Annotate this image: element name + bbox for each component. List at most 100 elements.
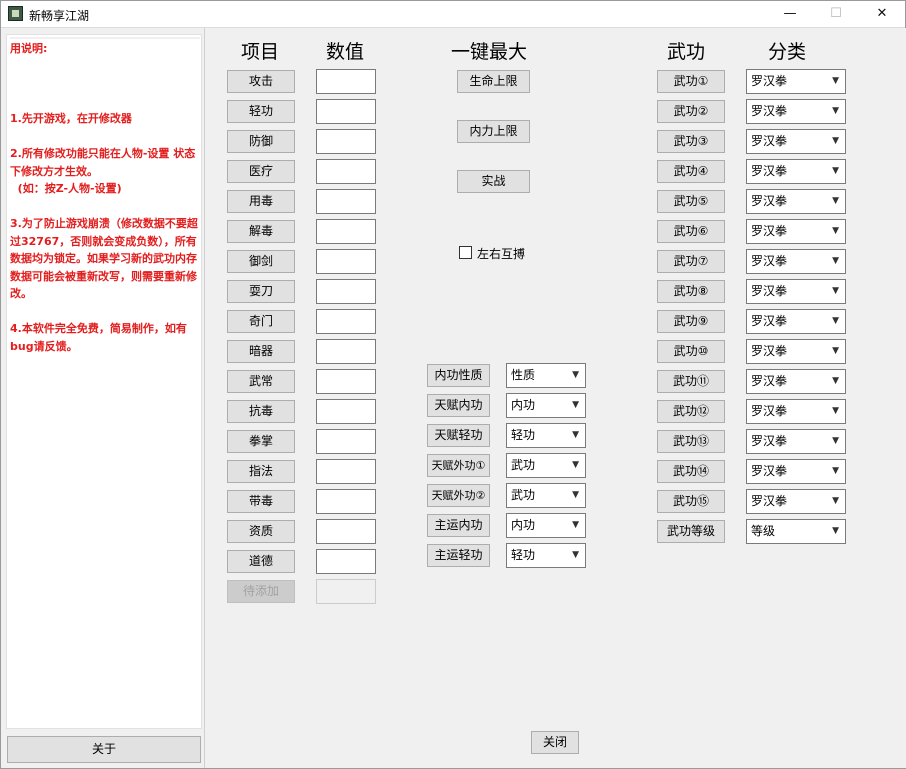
attr-value-field[interactable] [316, 129, 376, 154]
select-value: 罗汉拳 [751, 464, 788, 478]
martial-button[interactable]: 武功④ [657, 160, 725, 183]
martial-category-select[interactable]: 罗汉拳 ▼ [746, 309, 846, 334]
attr-button[interactable]: 用毒 [227, 190, 295, 213]
attr-button[interactable]: 抗毒 [227, 400, 295, 423]
instructions-panel[interactable]: 用说明: 1.先开游戏，在开修改器 2.所有修改功能只能在人物-设置 状态下修改… [6, 34, 202, 729]
martial-category-select[interactable]: 罗汉拳 ▼ [746, 159, 846, 184]
martial-button[interactable]: 武功⑧ [657, 280, 725, 303]
attr-value-field[interactable] [316, 69, 376, 94]
martial-category-select[interactable]: 罗汉拳 ▼ [746, 399, 846, 424]
minimize-button[interactable]: — [767, 1, 813, 28]
hp-limit-button[interactable]: 生命上限 [457, 70, 530, 93]
attr-value-field[interactable] [316, 429, 376, 454]
title-bar[interactable]: 新畅享江湖 — ☐ ✕ [1, 1, 905, 28]
attr-button[interactable]: 医疗 [227, 160, 295, 183]
attr-value-field[interactable] [316, 159, 376, 184]
martial-button[interactable]: 武功⑪ [657, 370, 725, 393]
attr-button[interactable]: 带毒 [227, 490, 295, 513]
attr-button[interactable]: 御剑 [227, 250, 295, 273]
instructions-divider [10, 37, 200, 39]
attr-value-field[interactable] [316, 339, 376, 364]
attr-value-field[interactable] [316, 489, 376, 514]
select-value: 罗汉拳 [751, 134, 788, 148]
attr-button[interactable]: 轻功 [227, 100, 295, 123]
martial-button[interactable]: 武功⑮ [657, 490, 725, 513]
martial-category-select[interactable]: 罗汉拳 ▼ [746, 489, 846, 514]
martial-button[interactable]: 武功⑭ [657, 460, 725, 483]
select-value: 罗汉拳 [751, 254, 788, 268]
attr-button[interactable]: 暗器 [227, 340, 295, 363]
martial-category-select[interactable]: 罗汉拳 ▼ [746, 129, 846, 154]
mid-setting-select[interactable]: 性质 ▼ [506, 363, 586, 388]
mid-setting-button[interactable]: 天赋外功② [427, 484, 490, 507]
header-martial: 武功 [667, 41, 706, 63]
attr-value-field[interactable] [316, 549, 376, 574]
attr-button[interactable]: 指法 [227, 460, 295, 483]
attr-value-field[interactable] [316, 399, 376, 424]
mid-setting-button[interactable]: 天赋外功① [427, 454, 490, 477]
attr-button[interactable]: 奇门 [227, 310, 295, 333]
mid-setting-button[interactable]: 天赋轻功 [427, 424, 490, 447]
mid-setting-select[interactable]: 内功 ▼ [506, 393, 586, 418]
combat-button[interactable]: 实战 [457, 170, 530, 193]
mid-setting-select[interactable]: 轻功 ▼ [506, 543, 586, 568]
mp-limit-button[interactable]: 内力上限 [457, 120, 530, 143]
mid-setting-select[interactable]: 武功 ▼ [506, 483, 586, 508]
select-value: 罗汉拳 [751, 374, 788, 388]
martial-category-select[interactable]: 等级 ▼ [746, 519, 846, 544]
select-value: 等级 [751, 524, 776, 538]
martial-button[interactable]: 武功⑤ [657, 190, 725, 213]
attr-value-field[interactable] [316, 219, 376, 244]
martial-button[interactable]: 武功⑨ [657, 310, 725, 333]
martial-button[interactable]: 武功⑩ [657, 340, 725, 363]
attr-value-field[interactable] [316, 369, 376, 394]
attr-button[interactable]: 攻击 [227, 70, 295, 93]
mid-setting-button[interactable]: 主运轻功 [427, 544, 490, 567]
select-value: 内功 [511, 398, 536, 412]
martial-category-select[interactable]: 罗汉拳 ▼ [746, 189, 846, 214]
attr-value-field[interactable] [316, 309, 376, 334]
attr-value-field[interactable] [316, 459, 376, 484]
martial-category-select[interactable]: 罗汉拳 ▼ [746, 99, 846, 124]
martial-button[interactable]: 武功③ [657, 130, 725, 153]
attr-value-field[interactable] [316, 279, 376, 304]
mid-setting-select[interactable]: 轻功 ▼ [506, 423, 586, 448]
mid-setting-select[interactable]: 内功 ▼ [506, 513, 586, 538]
attr-button[interactable]: 解毒 [227, 220, 295, 243]
attr-value-field[interactable] [316, 519, 376, 544]
attr-value-field[interactable] [316, 249, 376, 274]
mid-setting-button[interactable]: 主运内功 [427, 514, 490, 537]
attr-button[interactable]: 道德 [227, 550, 295, 573]
martial-category-select[interactable]: 罗汉拳 ▼ [746, 459, 846, 484]
martial-button[interactable]: 武功⑬ [657, 430, 725, 453]
attr-button[interactable]: 资质 [227, 520, 295, 543]
select-value: 内功 [511, 518, 536, 532]
close-window-button[interactable]: ✕ [859, 1, 905, 28]
close-button[interactable]: 关闭 [531, 731, 579, 754]
martial-button[interactable]: 武功⑥ [657, 220, 725, 243]
attr-button[interactable]: 防御 [227, 130, 295, 153]
chevron-down-icon: ▼ [572, 430, 579, 440]
attr-button[interactable]: 耍刀 [227, 280, 295, 303]
martial-category-select[interactable]: 罗汉拳 ▼ [746, 339, 846, 364]
martial-button[interactable]: 武功② [657, 100, 725, 123]
mid-setting-button[interactable]: 内功性质 [427, 364, 490, 387]
martial-category-select[interactable]: 罗汉拳 ▼ [746, 219, 846, 244]
martial-category-select[interactable]: 罗汉拳 ▼ [746, 369, 846, 394]
attr-value-field[interactable] [316, 99, 376, 124]
martial-category-select[interactable]: 罗汉拳 ▼ [746, 249, 846, 274]
martial-button[interactable]: 武功⑫ [657, 400, 725, 423]
martial-button[interactable]: 武功等级 [657, 520, 725, 543]
attr-button[interactable]: 武常 [227, 370, 295, 393]
mid-setting-button[interactable]: 天赋内功 [427, 394, 490, 417]
martial-category-select[interactable]: 罗汉拳 ▼ [746, 279, 846, 304]
dual-wield-checkbox[interactable] [459, 246, 472, 259]
martial-category-select[interactable]: 罗汉拳 ▼ [746, 69, 846, 94]
attr-value-field[interactable] [316, 189, 376, 214]
about-button[interactable]: 关于 [7, 736, 201, 763]
attr-button[interactable]: 拳掌 [227, 430, 295, 453]
mid-setting-select[interactable]: 武功 ▼ [506, 453, 586, 478]
martial-button[interactable]: 武功① [657, 70, 725, 93]
martial-button[interactable]: 武功⑦ [657, 250, 725, 273]
martial-category-select[interactable]: 罗汉拳 ▼ [746, 429, 846, 454]
